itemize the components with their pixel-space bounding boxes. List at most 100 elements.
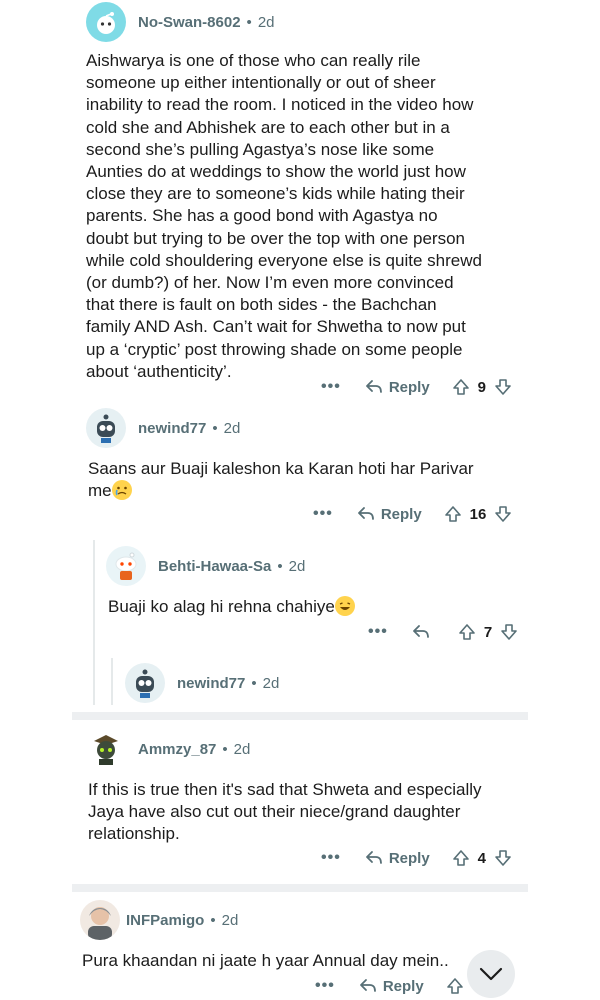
downvote-icon[interactable] <box>494 378 512 396</box>
comment-actions: ••• Reply 16 <box>313 505 512 523</box>
comment-header: INFPamigo • 2d <box>80 898 580 942</box>
more-options-button[interactable]: ••• <box>315 977 335 995</box>
comment-line: cold she and Abhishek are to each other … <box>86 117 450 137</box>
reply-icon <box>365 851 382 864</box>
vote-count: 4 <box>477 849 487 867</box>
upvote-icon[interactable] <box>446 977 464 995</box>
vote-count: 7 <box>483 623 493 641</box>
comment-line: someone up either intentionally or out o… <box>86 73 436 93</box>
reply-label: Reply <box>388 849 430 867</box>
username[interactable]: INFPamigo <box>126 912 204 929</box>
upvote-icon[interactable] <box>452 378 470 396</box>
more-options-button[interactable]: ••• <box>321 378 341 396</box>
timestamp: 2d <box>288 557 306 575</box>
comment-line: Buaji ko alag hi rehna chahiye <box>108 597 335 616</box>
comment-line: family AND Ash. Can’t wait for Shwetha t… <box>86 317 466 337</box>
thread-separator <box>72 712 528 720</box>
timestamp: 2d <box>221 911 239 929</box>
reply-button[interactable]: Reply <box>357 506 422 523</box>
comment-line: Aishwarya is one of those who can really… <box>86 51 421 70</box>
avatar[interactable] <box>86 729 126 769</box>
comment-header: newind77 • 2d <box>125 661 565 705</box>
comment-line: parents. She has a good bond with Agasty… <box>86 206 438 226</box>
comment-line: relationship. <box>88 824 180 844</box>
vote-count: 9 <box>477 378 487 396</box>
comment-header: No-Swan-8602 • 2d <box>86 0 586 44</box>
timestamp: 2d <box>223 419 241 437</box>
username[interactable]: Behti-Hawaa-Sa <box>158 558 271 575</box>
reply-icon <box>365 380 382 393</box>
avatar[interactable] <box>125 663 165 703</box>
reply-label: Reply <box>388 378 430 396</box>
meta-separator: • <box>212 419 218 437</box>
reply-button[interactable] <box>412 624 436 640</box>
reply-button[interactable]: Reply <box>359 978 424 995</box>
thread-line[interactable] <box>111 658 113 705</box>
scroll-down-button[interactable] <box>467 950 515 998</box>
comment-header: newind77 • 2d <box>86 406 586 450</box>
reply-icon <box>359 979 376 992</box>
upvote-icon[interactable] <box>452 849 470 867</box>
reply-label: Reply <box>380 505 422 523</box>
downvote-icon[interactable] <box>500 623 518 641</box>
comment-actions: ••• Reply 9 <box>321 378 512 396</box>
comment-body: Aishwarya is one of those who can really… <box>86 50 586 383</box>
meta-separator: • <box>277 557 283 575</box>
avatar[interactable] <box>86 2 126 42</box>
more-options-button[interactable]: ••• <box>313 505 333 523</box>
username[interactable]: newind77 <box>138 420 206 437</box>
comment-actions: ••• Reply 4 <box>321 849 512 867</box>
comment-line: If this is true then it's sad that Shwet… <box>88 780 482 799</box>
comment-line: Pura khaandan ni jaate h yaar Annual day… <box>82 951 449 970</box>
comment-line: (or dumb?) of her. Now I’m even more con… <box>86 273 454 293</box>
avatar[interactable] <box>80 900 120 940</box>
comment-no-swan: No-Swan-8602 • 2d Aishwarya is one of th… <box>86 0 586 383</box>
downvote-icon[interactable] <box>494 849 512 867</box>
downvote-icon[interactable] <box>494 505 512 523</box>
reply-icon <box>412 625 429 638</box>
comment-body: Pura khaandan ni jaate h yaar Annual day… <box>82 950 482 972</box>
reply-button[interactable]: Reply <box>365 379 430 396</box>
thread-line[interactable] <box>93 540 95 705</box>
vote-control: 4 <box>452 849 512 867</box>
meta-separator: • <box>210 911 216 929</box>
username[interactable]: Ammzy_87 <box>138 741 216 758</box>
reply-label: Reply <box>382 977 424 995</box>
reply-button[interactable]: Reply <box>365 850 430 867</box>
avatar[interactable] <box>86 408 126 448</box>
vote-control: 7 <box>458 623 518 641</box>
thread-separator <box>72 884 528 892</box>
comment-infpamigo: INFPamigo • 2d <box>80 898 580 942</box>
avatar[interactable] <box>106 546 146 586</box>
laughing-emoji-icon <box>334 596 355 616</box>
comment-line: Saans aur Buaji kaleshon ka Karan hoti h… <box>88 459 474 478</box>
more-options-button[interactable]: ••• <box>321 849 341 867</box>
comment-line: up a ‘cryptic’ post throwing shade on so… <box>86 339 463 359</box>
comment-line: doubt but trying to be over the top with… <box>86 228 465 248</box>
upvote-icon[interactable] <box>458 623 476 641</box>
meta-separator: • <box>251 674 257 692</box>
vote-control <box>446 977 464 995</box>
vote-control: 9 <box>452 378 512 396</box>
timestamp: 2d <box>257 13 275 31</box>
more-options-button[interactable]: ••• <box>368 623 388 641</box>
comment-actions: ••• Reply <box>315 977 464 995</box>
meta-separator: • <box>246 13 252 31</box>
username[interactable]: newind77 <box>177 675 245 692</box>
comment-line: Aunties do at weddings to show the world… <box>86 162 466 182</box>
comment-line: inability to read the room. I noticed in… <box>86 95 474 115</box>
comment-body: Buaji ko alag hi rehna chahiye <box>108 596 548 618</box>
comment-ammzy: Ammzy_87 • 2d <box>86 727 586 771</box>
vote-count: 16 <box>469 505 487 523</box>
comment-body: If this is true then it's sad that Shwet… <box>88 779 578 846</box>
comment-line: me <box>88 481 112 501</box>
reply-icon <box>357 507 374 520</box>
comment-header: Behti-Hawaa-Sa • 2d <box>106 544 566 588</box>
chevron-down-icon <box>479 967 503 981</box>
comment-body: Saans aur Buaji kaleshon ka Karan hoti h… <box>88 458 568 502</box>
comment-newind77-nested: newind77 • 2d <box>125 661 565 705</box>
comment-line: close they are to someone’s kids while h… <box>86 184 465 204</box>
comment-line-with-emoji: me <box>88 480 568 502</box>
username[interactable]: No-Swan-8602 <box>138 14 241 31</box>
upvote-icon[interactable] <box>444 505 462 523</box>
